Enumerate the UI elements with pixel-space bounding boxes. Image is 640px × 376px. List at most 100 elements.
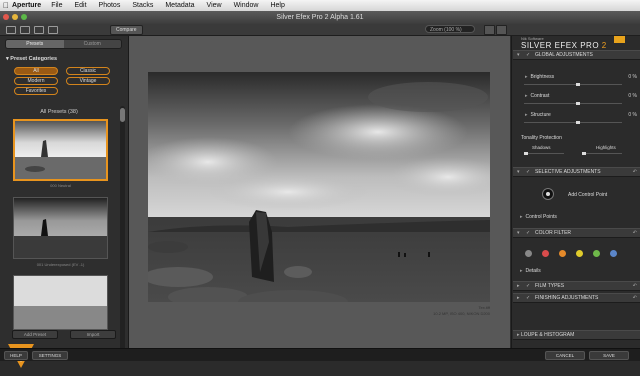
section-global-adjustments[interactable]: ▾ ✓ GLOBAL ADJUSTMENTS (513, 50, 640, 60)
brightness-label-text: Brightness (530, 74, 555, 80)
preset-categories-header[interactable]: ▾ Preset Categories (6, 56, 57, 62)
reset-icon[interactable]: ↶ (633, 294, 637, 302)
category-modern[interactable]: Modern (14, 77, 58, 85)
brightness-value: 0 % (628, 74, 637, 80)
control-points-toggle[interactable]: ▸ Control Points (520, 214, 557, 220)
slider-knob[interactable] (524, 152, 528, 155)
toolbar: Compare Zoom (100 %) (0, 24, 640, 36)
control-points-label: Control Points (525, 214, 557, 220)
menu-window[interactable]: Window (234, 2, 259, 9)
checkmark-icon[interactable]: ✓ (526, 282, 530, 290)
cancel-button[interactable]: CANCEL (545, 351, 585, 360)
collapse-icon: ▾ (517, 52, 520, 58)
section-finishing-adjustments[interactable]: ▸ ✓ FINISHING ADJUSTMENTS ↶ (513, 293, 640, 303)
slider-knob[interactable] (582, 152, 586, 155)
contrast-slider[interactable] (524, 102, 622, 105)
expand-icon: ▸ (517, 283, 520, 289)
all-presets-label: All Presets (38) (40, 109, 78, 115)
structure-slider[interactable] (524, 121, 622, 124)
global-adjustments-label: GLOBAL ADJUSTMENTS (535, 52, 593, 58)
tab-presets[interactable]: Presets (6, 40, 64, 48)
details-toggle[interactable]: ▸ Details (520, 268, 541, 274)
add-control-point-label[interactable]: Add Control Point (568, 192, 607, 198)
preset-categories-label: Preset Categories (10, 56, 58, 62)
background-icon[interactable] (484, 25, 495, 35)
add-control-point-icon[interactable] (542, 188, 554, 200)
shadows-slider[interactable] (524, 152, 564, 155)
menu-app-name[interactable]: Aperture (12, 2, 41, 9)
reset-icon[interactable]: ↶ (633, 282, 637, 290)
slider-knob[interactable] (576, 102, 580, 105)
apple-menu-icon[interactable]:  (0, 1, 12, 10)
filter-green[interactable] (593, 250, 600, 257)
minimize-window-icon[interactable] (12, 14, 18, 20)
split-view-icon[interactable] (20, 26, 30, 34)
slider-knob[interactable] (576, 83, 580, 86)
section-loupe-histogram[interactable]: ▸ LOUPE & HISTOGRAM (513, 330, 640, 340)
menu-help[interactable]: Help (270, 2, 284, 9)
presets-tabs: Presets Custom (5, 39, 122, 49)
menu-stacks[interactable]: Stacks (132, 2, 153, 9)
menu-view[interactable]: View (207, 2, 222, 9)
brightness-slider[interactable] (524, 83, 622, 86)
presets-scroll-thumb[interactable] (120, 108, 125, 122)
close-window-icon[interactable] (3, 14, 9, 20)
window-title-bar: Silver Efex Pro 2 Alpha 1.61 (0, 11, 640, 25)
category-favorites[interactable]: Favorites (14, 87, 58, 95)
filter-orange[interactable] (559, 250, 566, 257)
menu-edit[interactable]: Edit (74, 2, 86, 9)
save-button[interactable]: SAVE (589, 351, 629, 360)
menu-file[interactable]: File (51, 2, 62, 9)
section-film-types[interactable]: ▸ ✓ FILM TYPES ↶ (513, 281, 640, 291)
color-filter-label: COLOR FILTER (535, 230, 572, 236)
brightness-label[interactable]: ▸ Brightness (525, 74, 554, 80)
menu-bar:  Aperture File Edit Photos Stacks Metad… (0, 0, 640, 11)
filter-yellow[interactable] (576, 250, 583, 257)
nik-logo-icon (614, 36, 625, 43)
checkmark-icon[interactable]: ✓ (526, 51, 530, 59)
reset-icon[interactable]: ↶ (633, 229, 637, 237)
preview-photo[interactable] (148, 72, 490, 302)
tab-custom[interactable]: Custom (63, 40, 121, 48)
category-vintage[interactable]: Vintage (66, 77, 110, 85)
highlights-slider[interactable] (582, 152, 622, 155)
category-classic[interactable]: Classic (66, 67, 110, 75)
structure-label[interactable]: ▸ Structure (525, 112, 551, 118)
filter-blue[interactable] (610, 250, 617, 257)
contrast-label[interactable]: ▸ Contrast (525, 93, 549, 99)
reset-icon[interactable]: ↶ (633, 168, 637, 176)
zoom-select[interactable]: Zoom (100 %) (425, 25, 475, 33)
presets-scrollbar[interactable] (120, 106, 125, 351)
photo-metadata: 10.2 MP, ISO 400, NIKON D200 (433, 311, 490, 316)
section-selective-adjustments[interactable]: ▾ ✓ SELECTIVE ADJUSTMENTS ↶ (513, 167, 640, 177)
checkmark-icon[interactable]: ✓ (526, 294, 530, 302)
preset-thumbnail[interactable] (13, 275, 108, 330)
expand-icon: ▸ (517, 295, 520, 301)
structure-value: 0 % (628, 112, 637, 118)
presets-panel: Presets Custom ▾ Preset Categories All C… (0, 36, 129, 368)
filter-neutral[interactable] (525, 250, 532, 257)
single-view-icon[interactable] (6, 26, 16, 34)
finishing-adjustments-label: FINISHING ADJUSTMENTS (535, 295, 599, 301)
menu-metadata[interactable]: Metadata (165, 2, 194, 9)
preset-thumbnail[interactable] (13, 197, 108, 259)
checkmark-icon[interactable]: ✓ (526, 229, 530, 237)
collapse-icon: ▾ (517, 230, 520, 236)
menu-photos[interactable]: Photos (99, 2, 121, 9)
panel-toggle-icon[interactable] (496, 25, 507, 35)
brand-name: SILVER EFEX PRO (521, 41, 600, 50)
help-button[interactable]: HELP (4, 351, 28, 360)
preset-thumbnail[interactable] (13, 119, 108, 181)
filter-red[interactable] (542, 250, 549, 257)
preview-icon[interactable] (48, 26, 58, 34)
adjustments-panel: Nik Software SILVER EFEX PRO 2 ▾ ✓ GLOBA… (511, 36, 640, 348)
side-by-side-icon[interactable] (34, 26, 44, 34)
slider-knob[interactable] (576, 121, 580, 124)
category-all[interactable]: All (14, 67, 58, 75)
preset-caption: 001 Underexposed (EV -1) (36, 262, 85, 267)
section-color-filter[interactable]: ▾ ✓ COLOR FILTER ↶ (513, 228, 640, 238)
zoom-window-icon[interactable] (21, 14, 27, 20)
checkmark-icon[interactable]: ✓ (526, 168, 530, 176)
settings-button[interactable]: SETTINGS (32, 351, 68, 360)
compare-button[interactable]: Compare (110, 25, 143, 35)
